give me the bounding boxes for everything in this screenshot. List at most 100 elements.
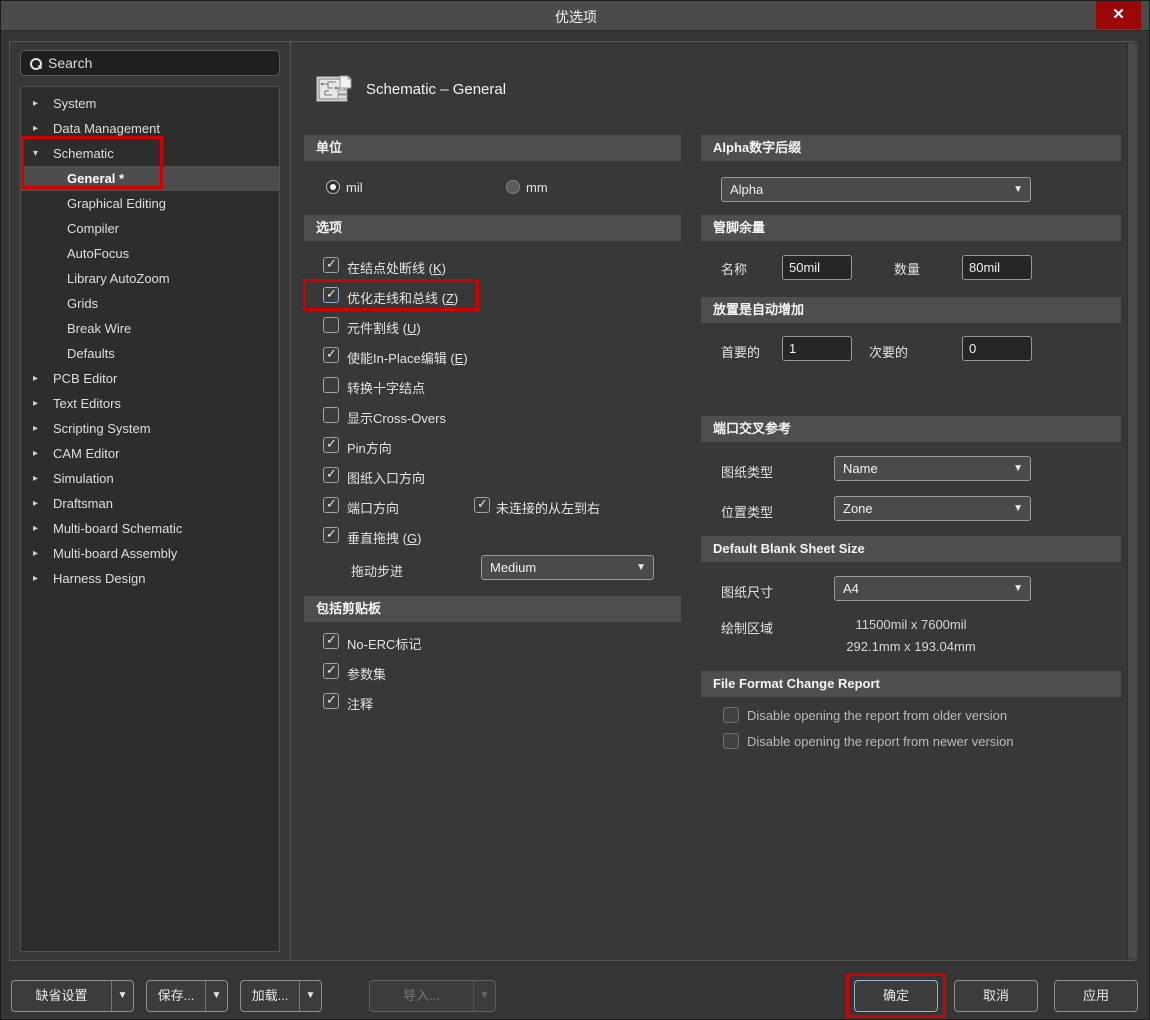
primary-input[interactable]: [782, 336, 852, 361]
checkbox-label: 元件割线 (U): [347, 318, 421, 337]
section-default-blank-sheet-size: Default Blank Sheet Size: [701, 536, 1121, 562]
checkbox-optimize-wires-buses[interactable]: [323, 287, 339, 303]
primary-label: 首要的: [721, 342, 760, 361]
cancel-button[interactable]: 取消: [954, 980, 1038, 1012]
section-port-cross-references: 端口交叉参考: [701, 416, 1121, 442]
tree-item-system[interactable]: ▸System: [21, 91, 279, 116]
tree-item-multi-board-schematic[interactable]: ▸Multi-board Schematic: [21, 516, 279, 541]
search-icon: [30, 58, 41, 69]
checkbox-components-cut-wires[interactable]: [323, 317, 339, 333]
scrollbar-thumb[interactable]: [1128, 43, 1137, 959]
checkbox-label: 垂直拖拽 (G): [347, 528, 421, 547]
search-input[interactable]: [48, 55, 258, 71]
chevron-down-icon: ▼: [1013, 457, 1023, 480]
radio-mm[interactable]: [506, 180, 520, 194]
preferences-tree: ▸System ▸Data Management ▾Schematic Gene…: [20, 86, 280, 952]
close-icon[interactable]: ✕: [1096, 1, 1141, 29]
pin-name-margin-input[interactable]: [782, 255, 852, 280]
chevron-down-icon[interactable]: ▼: [205, 981, 227, 1011]
radio-mil[interactable]: [326, 180, 340, 194]
load-button[interactable]: 加载... ▼: [240, 980, 322, 1012]
secondary-input[interactable]: [962, 336, 1032, 361]
checkbox-label: 显示Cross-Overs (): [347, 408, 446, 427]
checkbox-no-erc-markers[interactable]: [323, 633, 339, 649]
drag-step-label: 拖动步进: [351, 561, 403, 580]
checkbox-pin-direction[interactable]: [323, 437, 339, 453]
preferences-dialog: 优选项 ✕ ▸System ▸Data Management ▾Schemati…: [0, 0, 1150, 1020]
tree-item-simulation[interactable]: ▸Simulation: [21, 466, 279, 491]
sheet-style-dropdown[interactable]: Name▼: [834, 456, 1031, 481]
chevron-down-icon[interactable]: ▼: [111, 981, 133, 1011]
section-file-format-change-report: File Format Change Report: [701, 671, 1121, 697]
sidebar: ▸System ▸Data Management ▾Schematic Gene…: [9, 41, 291, 961]
chevron-down-icon: ▼: [1013, 497, 1023, 520]
pin-qty-margin-input[interactable]: [962, 255, 1032, 280]
checkbox-convert-cross-junctions[interactable]: [323, 377, 339, 393]
checkbox-label: Disable opening the report from newer ve…: [747, 734, 1014, 749]
checkbox-break-wires-at-junction[interactable]: [323, 257, 339, 273]
tree-item-schematic[interactable]: ▾Schematic: [21, 141, 279, 166]
tree-item-grids[interactable]: Grids: [21, 291, 279, 316]
secondary-label: 次要的: [869, 342, 908, 361]
checkbox-disable-report-older[interactable]: [723, 707, 739, 723]
tree-item-harness-design[interactable]: ▸Harness Design: [21, 566, 279, 591]
section-units: 单位: [304, 135, 681, 161]
tree-item-graphical-editing[interactable]: Graphical Editing: [21, 191, 279, 216]
ok-button[interactable]: 确定: [854, 980, 938, 1012]
chevron-right-icon: ▸: [33, 491, 38, 516]
sheet-style-label: 图纸类型: [721, 462, 773, 481]
checkbox-label: 未连接的从左到右: [496, 498, 600, 517]
checkbox-drag-orthogonal[interactable]: [323, 527, 339, 543]
checkbox-label: 注释: [347, 694, 373, 713]
tree-item-cam-editor[interactable]: ▸CAM Editor: [21, 441, 279, 466]
sheet-size-dropdown[interactable]: A4▼: [834, 576, 1031, 601]
tree-item-autofocus[interactable]: AutoFocus: [21, 241, 279, 266]
tree-item-library-autozoom[interactable]: Library AutoZoom: [21, 266, 279, 291]
tree-item-text-editors[interactable]: ▸Text Editors: [21, 391, 279, 416]
chevron-down-icon[interactable]: ▼: [299, 981, 321, 1011]
tree-item-general[interactable]: General *: [21, 166, 279, 191]
chevron-right-icon: ▸: [33, 116, 38, 141]
checkbox-sheet-entry-direction[interactable]: [323, 467, 339, 483]
alpha-suffix-dropdown[interactable]: Alpha▼: [721, 177, 1031, 202]
chevron-down-icon: ▼: [473, 981, 495, 1011]
chevron-right-icon: ▸: [33, 416, 38, 441]
chevron-right-icon: ▸: [33, 566, 38, 591]
checkbox-enable-inplace-editing[interactable]: [323, 347, 339, 363]
checkbox-label: Pin方向 (): [347, 438, 392, 457]
chevron-down-icon: ▼: [1013, 178, 1023, 201]
tree-item-data-management[interactable]: ▸Data Management: [21, 116, 279, 141]
save-button[interactable]: 保存... ▼: [146, 980, 228, 1012]
tree-item-draftsman[interactable]: ▸Draftsman: [21, 491, 279, 516]
section-alpha-suffix: Alpha数字后缀: [701, 135, 1121, 161]
checkbox-port-direction[interactable]: [323, 497, 339, 513]
checkbox-label: 图纸入口方向 (): [347, 468, 425, 487]
section-clipboard: 包括剪贴板: [304, 596, 681, 622]
chevron-right-icon: ▸: [33, 516, 38, 541]
location-style-dropdown[interactable]: Zone▼: [834, 496, 1031, 521]
checkbox-disable-report-newer[interactable]: [723, 733, 739, 749]
dialog-title: 优选项: [1, 7, 1150, 27]
schematic-document-icon: [316, 74, 352, 107]
checkbox-notes[interactable]: [323, 693, 339, 709]
tree-item-break-wire[interactable]: Break Wire: [21, 316, 279, 341]
pin-name-label: 名称: [721, 259, 751, 281]
drag-step-dropdown[interactable]: Medium▼: [481, 555, 654, 580]
import-button: 导入... ▼: [369, 980, 496, 1012]
apply-button[interactable]: 应用: [1054, 980, 1138, 1012]
chevron-right-icon: ▸: [33, 91, 38, 116]
tree-item-compiler[interactable]: Compiler: [21, 216, 279, 241]
chevron-right-icon: ▸: [33, 366, 38, 391]
tree-item-pcb-editor[interactable]: ▸PCB Editor: [21, 366, 279, 391]
checkbox-label: 优化走线和总线 (Z): [347, 288, 458, 307]
defaults-button[interactable]: 缺省设置 ▼: [11, 980, 134, 1012]
checkbox-label: 转换十字结点 (): [347, 378, 425, 397]
checkbox-display-cross-overs[interactable]: [323, 407, 339, 423]
sheet-size-label: 图纸尺寸: [721, 582, 773, 601]
tree-item-multi-board-assembly[interactable]: ▸Multi-board Assembly: [21, 541, 279, 566]
search-box[interactable]: [20, 50, 280, 76]
tree-item-defaults[interactable]: Defaults: [21, 341, 279, 366]
checkbox-unconnected-left-to-right[interactable]: [474, 497, 490, 513]
tree-item-scripting-system[interactable]: ▸Scripting System: [21, 416, 279, 441]
checkbox-parameter-sets[interactable]: [323, 663, 339, 679]
